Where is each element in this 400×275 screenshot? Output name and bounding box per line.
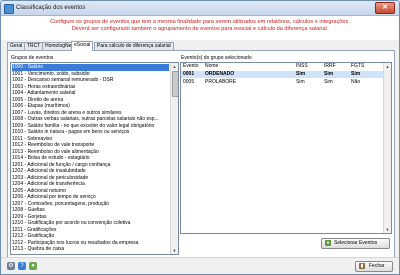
close-window-button[interactable]: ✕ (375, 2, 395, 14)
door-icon: ▮ (359, 263, 365, 269)
info-banner: Configure os grupos de eventos que tem a… (1, 16, 399, 40)
scroll-down-icon[interactable]: ▼ (171, 247, 178, 254)
column-nome[interactable]: Nome (205, 63, 218, 70)
title-bar: Classificação dos eventos ✕ (1, 1, 399, 16)
cell-evento: 0001 (183, 71, 195, 77)
scroll-up-icon[interactable]: ▲ (384, 63, 391, 70)
column-inss[interactable]: INSS (296, 63, 308, 70)
column-fgts[interactable]: FGTS (351, 63, 364, 70)
list-item[interactable]: 1213 - Quebra de caixa (12, 246, 169, 253)
tab-geral[interactable]: Geral (7, 42, 26, 50)
grid-row[interactable]: 0001 ORDENADO Sim Sim Sim (181, 71, 383, 78)
cell-irrf: Sim (324, 79, 333, 85)
cell-evento: 0005 (183, 79, 195, 85)
scroll-thumb[interactable] (172, 71, 178, 97)
cell-nome: PROLABORE (205, 79, 237, 85)
esocial-panel: Grupos de eventos 1000 - Salário 1001 - V… (7, 50, 395, 258)
bottom-bar: ⚙ ? ● ▮ Fechar (1, 257, 399, 274)
scroll-up-icon[interactable]: ▲ (171, 63, 178, 70)
tab-trct[interactable]: TRCT (24, 42, 44, 50)
scroll-down-icon[interactable]: ▼ (384, 226, 391, 233)
group-events-grid[interactable]: Evento Nome INSS IRRF FGTS 0001 ORDENADO… (180, 62, 392, 234)
event-groups-list[interactable]: 1000 - Salário 1001 - Vencimento, soldo, … (10, 62, 179, 255)
column-irrf[interactable]: IRRF (324, 63, 336, 70)
gear-icon[interactable]: ⚙ (7, 262, 15, 270)
cell-nome: ORDENADO (205, 71, 235, 77)
grid-row[interactable]: 0005 PROLABORE Sim Sim Não (181, 79, 383, 86)
cell-inss: Sim (296, 71, 306, 77)
tab-esocial[interactable]: eSocial (71, 41, 94, 51)
right-grid-scrollbar[interactable]: ▲ ▼ (383, 63, 391, 233)
info-line-2: Deverá ser configurado também o agrupame… (71, 26, 329, 32)
tab-diferenca-salarial[interactable]: Para cálculo de diferença salarial (94, 42, 174, 50)
cell-fgts: Não (351, 79, 361, 85)
select-events-button[interactable]: ● Selecionar Eventos (321, 238, 390, 249)
people-icon[interactable]: ● (29, 262, 37, 270)
app-icon (4, 4, 14, 14)
classification-window: Classificação dos eventos ✕ Configure os… (0, 0, 400, 275)
close-button[interactable]: ▮ Fechar (355, 261, 393, 272)
info-line-1: Configure os grupos de eventos que tem a… (50, 19, 350, 25)
cell-irrf: Sim (324, 71, 334, 77)
help-icon[interactable]: ? (18, 262, 26, 270)
people-icon: ● (325, 240, 331, 246)
left-list-label: Grupos de eventos (11, 55, 54, 61)
cell-fgts: Sim (351, 71, 361, 77)
cell-inss: Sim (296, 79, 305, 85)
column-evento[interactable]: Evento (183, 63, 199, 70)
window-title: Classificação dos eventos (16, 5, 86, 11)
left-list-scrollbar[interactable]: ▲ ▼ (170, 63, 178, 254)
right-grid-label: Evento(s) do grupo selecionado (181, 55, 252, 61)
